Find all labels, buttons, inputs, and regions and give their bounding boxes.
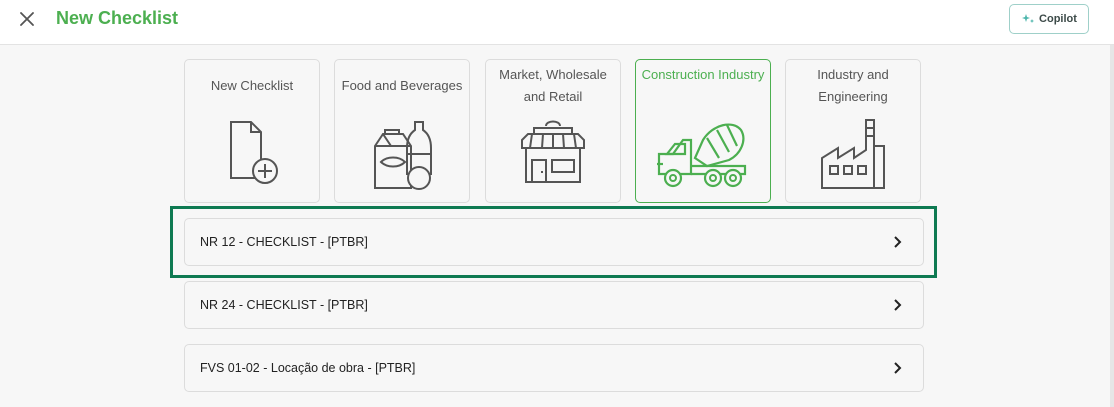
checklist-title: NR 12 - CHECKLIST - [PTBR] <box>200 235 368 249</box>
chevron-right-icon <box>894 299 902 311</box>
category-label: Construction Industry <box>641 67 765 82</box>
chevron-right-icon <box>894 236 902 248</box>
chevron-right-icon <box>894 362 902 374</box>
category-card-food-beverages[interactable]: Food and Beverages <box>334 59 470 203</box>
page-title: New Checklist <box>56 8 179 28</box>
category-card-construction[interactable]: Construction Industry <box>635 59 771 203</box>
food-beverages-icon <box>335 116 469 192</box>
category-label: Market, Wholesale and Retail <box>499 67 607 104</box>
category-label: Industry and Engineering <box>817 67 889 104</box>
category-card-new-checklist[interactable]: New Checklist <box>184 59 320 203</box>
category-cards: New Checklist Food and Beverages Market,… <box>184 59 924 203</box>
checklist-row[interactable]: NR 12 - CHECKLIST - [PTBR] <box>184 218 924 266</box>
storefront-icon <box>486 116 620 188</box>
copilot-button[interactable]: Copilot <box>1009 4 1089 34</box>
close-button[interactable] <box>14 6 40 32</box>
category-card-market-retail[interactable]: Market, Wholesale and Retail <box>485 59 621 203</box>
copilot-label: Copilot <box>1039 13 1077 25</box>
factory-icon <box>786 116 920 192</box>
category-label: New Checklist <box>210 78 294 93</box>
category-label: Food and Beverages <box>341 78 463 93</box>
new-document-icon <box>185 116 319 186</box>
scrollbar[interactable] <box>1110 45 1114 407</box>
checklist-row[interactable]: FVS 01-02 - Locação de obra - [PTBR] <box>184 344 924 392</box>
category-card-industry-engineering[interactable]: Industry and Engineering <box>785 59 921 203</box>
checklist-title: FVS 01-02 - Locação de obra - [PTBR] <box>200 361 416 375</box>
checklist-row[interactable]: NR 24 - CHECKLIST - [PTBR] <box>184 281 924 329</box>
sparkle-icon <box>1021 12 1035 26</box>
close-icon <box>20 12 34 26</box>
checklist-title: NR 24 - CHECKLIST - [PTBR] <box>200 298 368 312</box>
top-bar: New Checklist Copilot <box>0 0 1114 45</box>
cement-mixer-truck-icon <box>636 116 770 192</box>
